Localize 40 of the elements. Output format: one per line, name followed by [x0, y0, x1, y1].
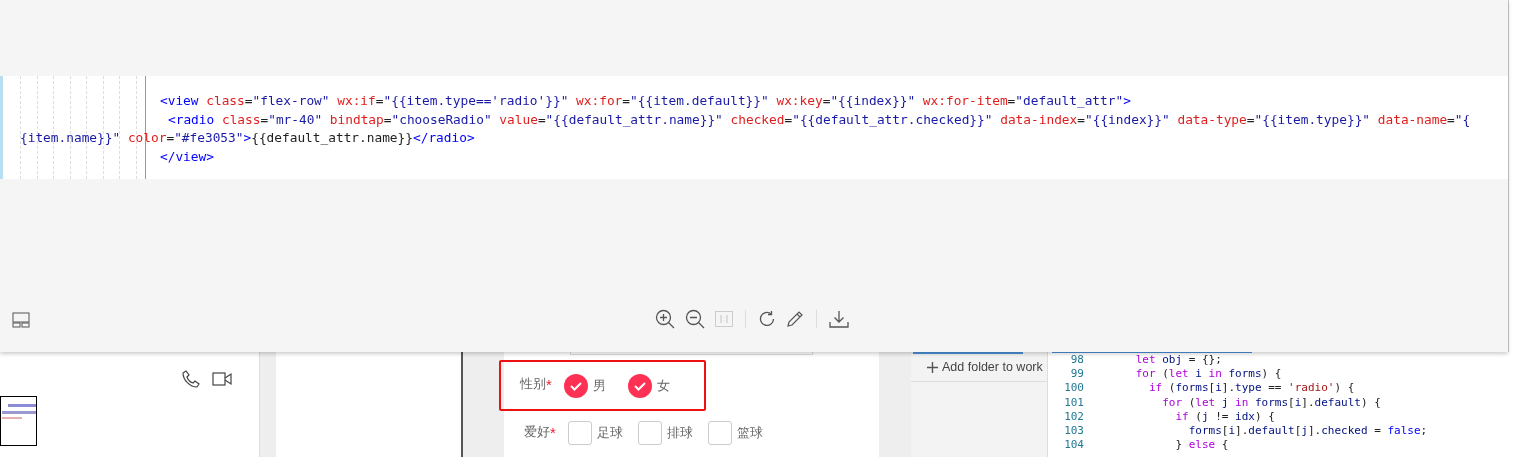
line-number: 99: [1069, 367, 1084, 382]
code-line: forms[i].default[j].checked = false;: [1187, 424, 1428, 439]
code-line: </view>: [160, 148, 214, 164]
code-line: if (forms[i].type == 'radio') {: [1147, 381, 1355, 396]
code-line: let obj = {};: [1134, 353, 1222, 368]
checkbox[interactable]: [638, 421, 662, 445]
plus-icon[interactable]: [927, 362, 938, 373]
code-line: } else {: [1174, 438, 1229, 453]
rotate-icon[interactable]: [758, 310, 776, 328]
code-line: {item.name}}" color="#fe3053">{{default_attr.name}}</radio>: [20, 130, 475, 145]
radio-button[interactable]: [564, 373, 588, 398]
line-number: 103: [1063, 424, 1084, 439]
line-number: 100: [1063, 381, 1084, 396]
line-number: 102: [1063, 409, 1084, 424]
zoom-out-icon[interactable]: [685, 309, 705, 329]
checkbox-option[interactable]: 排球: [638, 421, 693, 445]
code-line: for (let i in forms) {: [1134, 367, 1282, 382]
checkbox[interactable]: [708, 421, 732, 445]
pencil-icon[interactable]: [786, 310, 804, 328]
video-icon[interactable]: [212, 371, 232, 387]
layout-icon[interactable]: [12, 312, 30, 328]
line-number: 98: [1069, 353, 1084, 368]
checkbox-option[interactable]: 篮球: [708, 421, 763, 445]
code-line: <view class="flex-row" wx:if="{{item.type=='radio'}}" wx:for="{{item.default}}" wx:key="{{index}}" wx:for-item="default_attr">: [160, 93, 1131, 108]
checkbox[interactable]: [568, 421, 592, 445]
line-number: 104: [1063, 438, 1084, 453]
radio-option[interactable]: 男: [564, 373, 606, 398]
checkbox-option[interactable]: 足球: [568, 421, 623, 445]
code-line: <radio class="mr-40" bindtap="chooseRadio" value="{{default_attr.name}}" checked="{{default_attr.checked}}" data-index="{{index}}" data-type="{{item.type}}" data-name="{: [168, 111, 1471, 127]
radio-button[interactable]: [628, 373, 652, 398]
field-label: 性别*: [520, 375, 553, 396]
line-number: 101: [1063, 395, 1084, 410]
phone-icon[interactable]: [182, 370, 200, 388]
field-label: 爱好*: [524, 422, 557, 443]
add-folder-link[interactable]: Add folder to work: [942, 358, 1043, 377]
code-line: for (let j in forms[i].default) {: [1161, 395, 1381, 410]
code-line: if (j != idx) {: [1174, 409, 1275, 424]
zoom-in-icon[interactable]: [655, 309, 675, 329]
radio-option[interactable]: 女: [628, 373, 670, 398]
download-icon[interactable]: [829, 310, 849, 328]
